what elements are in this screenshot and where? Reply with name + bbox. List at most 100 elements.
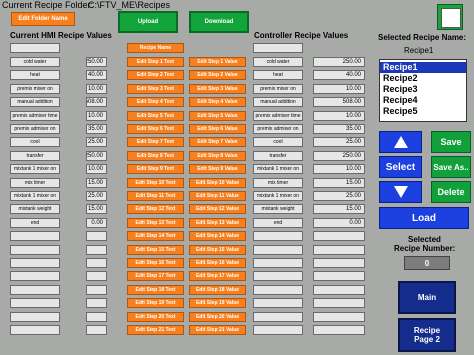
select-button[interactable]: Select	[379, 156, 422, 178]
download-button[interactable]: Download	[189, 11, 249, 33]
edit-step-text-button[interactable]: Edit Step 17 Text	[127, 271, 184, 282]
edit-step-text-button[interactable]: Edit Step 16 Text	[127, 258, 184, 268]
edit-step-text-button[interactable]: Edit Step 12 Text	[127, 204, 184, 215]
edit-step-text-button[interactable]: Edit Step 6 Text	[127, 124, 184, 134]
scroll-up-button[interactable]	[379, 131, 422, 153]
hmi-step-label: premix admixer on	[10, 124, 60, 134]
edit-step-value-button[interactable]: Edit Step 2 Value	[189, 70, 246, 81]
controller-step-value	[313, 325, 365, 335]
edit-step-value-button[interactable]: Edit Step 9 Value	[189, 164, 246, 175]
edit-step-text-button[interactable]: Edit Step 19 Text	[127, 298, 184, 309]
edit-step-text-button[interactable]: Edit Step 15 Text	[127, 244, 184, 255]
main-button[interactable]: Main	[398, 281, 456, 314]
hmi-step-label	[10, 325, 60, 335]
edit-step-text-button[interactable]: Edit Step 5 Text	[127, 110, 184, 121]
edit-step-value-button[interactable]: Edit Step 13 Value	[189, 217, 246, 228]
recipe-name-button[interactable]: Recipe Name	[127, 43, 184, 53]
delete-button[interactable]: Delete	[431, 181, 471, 203]
controller-step-value	[313, 284, 365, 295]
hmi-step-label: mixtank 1 mixer on	[10, 164, 60, 175]
edit-step-value-button[interactable]: Edit Step 17 Value	[189, 271, 246, 282]
hmi-step-label: mixtank 1 mixer on	[10, 191, 60, 201]
load-button[interactable]: Load	[379, 207, 469, 229]
controller-step-label	[253, 298, 303, 309]
controller-step-label: manual addition	[253, 97, 303, 108]
hmi-step-value: 250.00	[86, 150, 107, 161]
upload-button[interactable]: Upload	[118, 11, 178, 33]
hmi-step-label: premix mixer on	[10, 83, 60, 94]
edit-step-value-button[interactable]: Edit Step 18 Value	[189, 284, 246, 295]
edit-step-text-button[interactable]: Edit Step 20 Text	[127, 311, 184, 322]
hmi-step-value: 10.00	[86, 164, 107, 175]
edit-step-text-button[interactable]: Edit Step 8 Text	[127, 150, 184, 161]
edit-step-value-button[interactable]: Edit Step 6 Value	[189, 124, 246, 134]
controller-values-heading: Controller Recipe Values	[254, 31, 349, 40]
edit-step-text-button[interactable]: Edit Step 11 Text	[127, 191, 184, 201]
edit-step-value-button[interactable]: Edit Step 1 Value	[189, 57, 246, 67]
hmi-step-label: premix admixer time	[10, 110, 60, 121]
edit-step-text-button[interactable]: Edit Step 14 Text	[127, 231, 184, 242]
edit-step-text-button[interactable]: Edit Step 21 Text	[127, 325, 184, 335]
edit-step-value-button[interactable]: Edit Step 8 Value	[189, 150, 246, 161]
hmi-step-value: 40.00	[86, 70, 107, 81]
save-button[interactable]: Save	[431, 131, 471, 153]
recipe-list-item[interactable]: Recipe5	[380, 106, 466, 117]
hmi-values-heading: Current HMI Recipe Values	[10, 31, 112, 40]
recipe-page-2-button[interactable]: Recipe Page 2	[398, 318, 456, 352]
current-folder-label: Current Recipe Folder:	[2, 0, 94, 10]
scroll-down-button[interactable]	[379, 181, 422, 203]
edit-step-value-button[interactable]: Edit Step 5 Value	[189, 110, 246, 121]
hmi-step-label	[10, 244, 60, 255]
hmi-step-value: 35.00	[86, 124, 107, 134]
edit-step-value-button[interactable]: Edit Step 11 Value	[189, 191, 246, 201]
recipe-page-label-line2: Page 2	[414, 335, 440, 344]
recipe-list-item[interactable]: Recipe3	[380, 84, 466, 95]
edit-step-text-button[interactable]: Edit Step 9 Text	[127, 164, 184, 175]
edit-step-value-button[interactable]: Edit Step 19 Value	[189, 298, 246, 309]
hmi-step-label: heat	[10, 70, 60, 81]
controller-step-label: cold water	[253, 57, 303, 67]
edit-step-value-button[interactable]: Edit Step 3 Value	[189, 83, 246, 94]
edit-step-value-button[interactable]: Edit Step 4 Value	[189, 97, 246, 108]
edit-step-text-button[interactable]: Edit Step 13 Text	[127, 217, 184, 228]
hmi-recipe-name-field	[10, 43, 60, 53]
edit-step-value-button[interactable]: Edit Step 12 Value	[189, 204, 246, 215]
edit-step-text-button[interactable]: Edit Step 2 Text	[127, 70, 184, 81]
controller-step-value: 0.00	[313, 217, 365, 228]
edit-step-value-button[interactable]: Edit Step 10 Value	[189, 177, 246, 188]
hmi-step-value: 250.00	[86, 57, 107, 67]
edit-step-text-button[interactable]: Edit Step 4 Text	[127, 97, 184, 108]
edit-step-value-button[interactable]: Edit Step 7 Value	[189, 137, 246, 148]
controller-step-value	[313, 244, 365, 255]
controller-step-label	[253, 325, 303, 335]
edit-step-value-button[interactable]: Edit Step 16 Value	[189, 258, 246, 268]
recipe-list-item[interactable]: Recipe1	[380, 62, 466, 73]
hmi-step-value	[86, 325, 107, 335]
edit-step-text-button[interactable]: Edit Step 3 Text	[127, 83, 184, 94]
controller-step-value: 10.00	[313, 164, 365, 175]
edit-step-value-button[interactable]: Edit Step 14 Value	[189, 231, 246, 242]
edit-step-text-button[interactable]: Edit Step 18 Text	[127, 284, 184, 295]
controller-step-label	[253, 311, 303, 322]
edit-step-text-button[interactable]: Edit Step 7 Text	[127, 137, 184, 148]
recipe-list-item[interactable]: Recipe4	[380, 95, 466, 106]
edit-step-value-button[interactable]: Edit Step 15 Value	[189, 244, 246, 255]
selected-recipe-number: 0	[404, 256, 450, 270]
recipe-listbox[interactable]: Recipe1 Recipe2 Recipe3 Recipe4 Recipe5	[379, 59, 467, 122]
controller-step-value: 508.00	[313, 97, 365, 108]
edit-step-text-button[interactable]: Edit Step 1 Text	[127, 57, 184, 67]
controller-step-value: 10.00	[313, 110, 365, 121]
controller-step-value: 25.00	[313, 137, 365, 148]
hmi-step-value: 10.00	[86, 110, 107, 121]
save-as-button[interactable]: Save As..	[431, 156, 471, 178]
edit-step-text-button[interactable]: Edit Step 10 Text	[127, 177, 184, 188]
edit-folder-name-button[interactable]: Edit Folder Name	[11, 12, 75, 26]
edit-step-value-button[interactable]: Edit Step 20 Value	[189, 311, 246, 322]
hmi-step-label	[10, 258, 60, 268]
edit-step-value-button[interactable]: Edit Step 21 Value	[189, 325, 246, 335]
hmi-step-value	[86, 244, 107, 255]
recipe-list-item[interactable]: Recipe2	[380, 73, 466, 84]
controller-step-label: premix admixer on	[253, 124, 303, 134]
hmi-step-value: 0.00	[86, 217, 107, 228]
recipe-page-label-line1: Recipe	[413, 326, 441, 335]
